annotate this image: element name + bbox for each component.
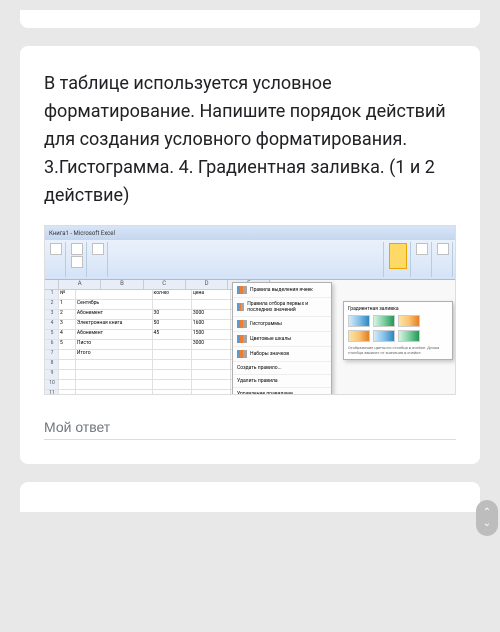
question-text: В таблице используется условное форматир… — [44, 70, 456, 209]
insert-icon — [416, 243, 428, 255]
top-bottom-icon — [237, 303, 244, 311]
submenu-footer: Отображение цветного столбца в ячейке. Д… — [348, 345, 448, 355]
rules-icon — [237, 286, 247, 294]
menu-item: Управление правилами... — [233, 388, 331, 395]
gradient-swatch — [348, 315, 370, 327]
gradient-swatch — [373, 330, 395, 342]
gradient-swatch — [348, 330, 370, 342]
previous-card-bottom — [20, 10, 480, 28]
excel-ribbon — [45, 240, 455, 280]
align-icon — [92, 243, 104, 255]
gradient-swatch — [398, 330, 420, 342]
gradient-fill-submenu: Градиентная заливка Отображение цветного… — [343, 301, 453, 360]
excel-titlebar: Книга1 - Microsoft Excel — [45, 226, 455, 240]
menu-item: Правила выделения ячеек — [233, 283, 331, 298]
font-icon — [71, 243, 83, 255]
icon-set-icon — [237, 350, 247, 358]
conditional-format-button — [389, 243, 407, 269]
gradient-swatch — [398, 315, 420, 327]
menu-item: Правила отбора первых и последних значен… — [233, 298, 331, 317]
menu-item: Цветовые шкалы — [233, 332, 331, 347]
conditional-format-menu: Правила выделения ячеек Правила отбора п… — [232, 282, 332, 395]
menu-item: Создать правило... — [233, 362, 331, 375]
menu-item: Наборы значков — [233, 347, 331, 362]
menu-item-histogram: Гистограммы — [233, 317, 331, 332]
next-card-top — [20, 482, 480, 512]
submenu-title: Градиентная заливка — [348, 306, 448, 312]
question-card: В таблице используется условное форматир… — [20, 46, 480, 464]
sort-icon — [437, 243, 449, 255]
answer-input[interactable] — [44, 415, 456, 440]
paste-icon — [50, 243, 62, 255]
excel-screenshot: Книга1 - Microsoft Excel A B C D E 1№ — [44, 225, 456, 395]
chevron-down-icon: ⌄ — [483, 518, 491, 529]
chevron-up-icon: ⌃ — [483, 507, 491, 518]
histogram-icon — [237, 320, 247, 328]
menu-item: Удалить правила — [233, 375, 331, 388]
bold-icon — [71, 256, 83, 268]
scroll-handle[interactable]: ⌃ ⌄ — [476, 500, 498, 536]
color-scale-icon — [237, 335, 247, 343]
excel-title: Книга1 - Microsoft Excel — [49, 230, 115, 237]
gradient-swatch — [373, 315, 395, 327]
